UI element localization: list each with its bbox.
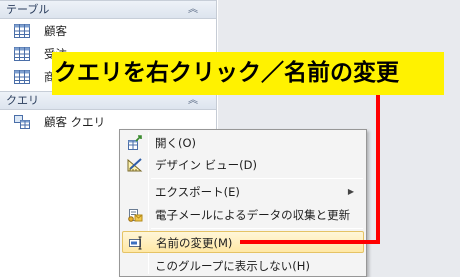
table-icon <box>14 24 30 38</box>
annotation-connector-vertical <box>376 95 380 244</box>
menu-separator <box>151 178 363 179</box>
menu-item-open[interactable]: 開く(O) <box>122 132 364 154</box>
rename-icon <box>128 235 144 251</box>
collapse-icon[interactable]: ︽ <box>188 1 198 18</box>
menu-item-email-collect[interactable]: 電子メールによるデータの収集と更新(L) <box>122 204 364 244</box>
email-collect-icon <box>127 207 143 223</box>
query-icon <box>14 115 30 129</box>
tables-group-header[interactable]: テーブル ︽ <box>0 0 216 19</box>
menu-item-label: 名前の変更(M) <box>156 236 233 250</box>
table-icon <box>14 47 30 61</box>
open-icon <box>127 135 143 151</box>
annotation-connector-horizontal <box>240 240 380 244</box>
annotation-text: クエリを右クリック／名前の変更 <box>54 60 399 86</box>
nav-item-label: 顧客 <box>44 24 67 38</box>
menu-item-design-view[interactable]: デザイン ビュー(D) <box>122 154 364 176</box>
nav-item-label: 顧客 クエリ <box>44 115 106 129</box>
menu-item-export[interactable]: エクスポート(E) ▶ <box>122 181 364 203</box>
menu-item-label: 開く(O) <box>155 136 197 150</box>
annotation-callout: クエリを右クリック／名前の変更 <box>52 52 444 95</box>
table-icon <box>14 70 30 84</box>
context-menu: 開く(O) デザイン ビュー(D) エクスポート(E) ▶ 電子メールによるデー… <box>119 129 367 277</box>
menu-item-hide-in-group[interactable]: このグループに表示しない(H) <box>122 255 364 277</box>
menu-separator <box>151 228 363 229</box>
menu-item-label: デザイン ビュー(D) <box>155 158 257 172</box>
menu-item-label: このグループに表示しない(H) <box>155 259 310 273</box>
queries-group-label: クエリ <box>6 94 39 107</box>
submenu-arrow-icon: ▶ <box>347 187 354 196</box>
design-view-icon <box>127 157 143 173</box>
menu-item-label: エクスポート(E) <box>155 185 240 199</box>
nav-item-table-customers[interactable]: 顧客 <box>0 21 216 42</box>
tables-group-label: テーブル <box>6 3 50 16</box>
